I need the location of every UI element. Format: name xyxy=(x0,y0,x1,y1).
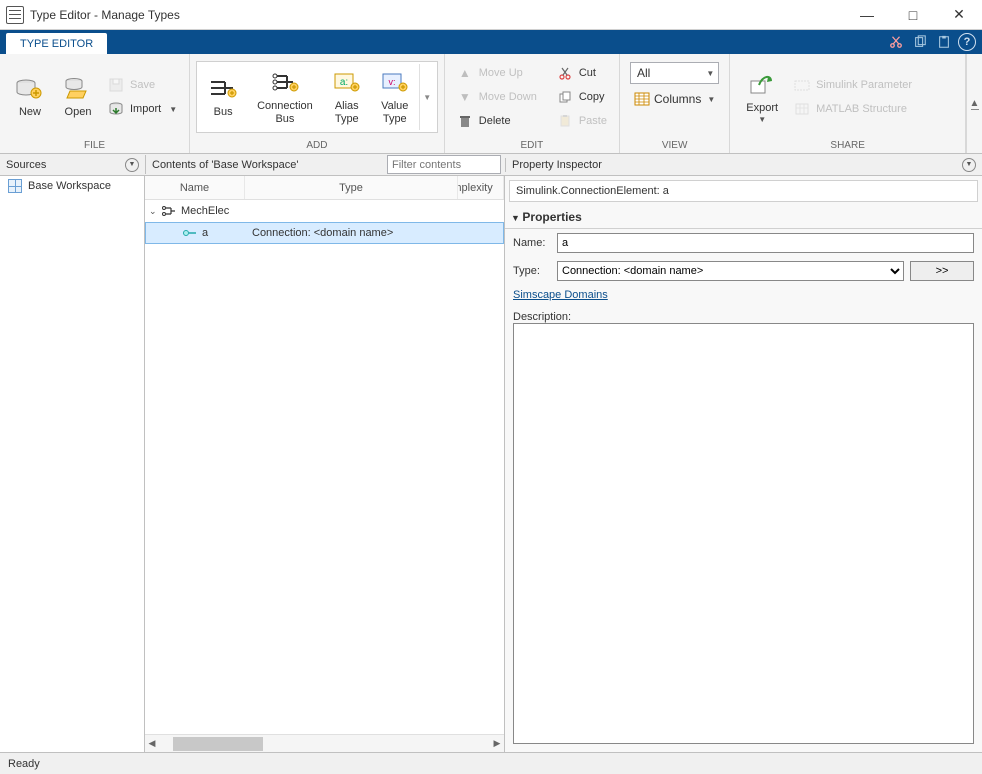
maximize-button[interactable]: □ xyxy=(890,0,936,30)
value-type-icon: v: xyxy=(381,68,409,96)
ribbon-group-share: Export ▼ Simulink Parameter MATLAB Struc… xyxy=(730,54,966,153)
properties-section-header[interactable]: Properties xyxy=(505,206,982,229)
delete-button[interactable]: Delete xyxy=(451,110,543,132)
contents-table-header: Name Type Complexity xyxy=(145,176,504,200)
chevron-down-icon: ▼ xyxy=(758,115,766,124)
columns-icon xyxy=(634,92,650,106)
delete-icon xyxy=(457,113,473,129)
ribbon-group-edit: ▲Move Up ▼Move Down Delete Cut Copy Past… xyxy=(445,54,620,153)
workspace-icon xyxy=(8,179,22,193)
col-complexity[interactable]: Complexity xyxy=(458,176,504,199)
inspector-panel: Simulink.ConnectionElement: a Properties… xyxy=(505,176,982,752)
inspector-title: Property Inspector xyxy=(506,159,608,171)
add-gallery-expand[interactable]: ▼ xyxy=(419,64,435,130)
move-down-button[interactable]: ▼Move Down xyxy=(451,86,543,108)
main-area: Base Workspace Name Type Complexity ⌄ Me… xyxy=(0,176,982,752)
inspector-object-label: Simulink.ConnectionElement: a xyxy=(509,180,978,202)
type-label: Type: xyxy=(513,265,551,277)
view-filter-dropdown[interactable]: All▼ xyxy=(630,62,719,84)
sources-item-base-workspace[interactable]: Base Workspace xyxy=(0,176,144,196)
move-down-icon: ▼ xyxy=(457,89,473,105)
new-button[interactable]: New xyxy=(6,61,54,133)
import-icon xyxy=(108,101,124,117)
status-bar: Ready xyxy=(0,752,982,774)
help-button[interactable]: ? xyxy=(958,33,976,51)
title-bar: Type Editor - Manage Types — □ ✕ xyxy=(0,0,982,30)
add-connection-bus-button[interactable]: Connection Bus xyxy=(247,61,323,133)
export-button[interactable]: Export ▼ xyxy=(736,61,788,133)
move-up-icon: ▲ xyxy=(457,65,473,81)
sources-collapse-button[interactable]: ▼ xyxy=(125,158,139,172)
save-button[interactable]: Save xyxy=(102,74,183,96)
panels-header: Sources ▼ Contents of 'Base Workspace' P… xyxy=(0,154,982,176)
filter-contents-input[interactable] xyxy=(387,155,501,174)
ribbon: New Open Save Import ▼ FILE xyxy=(0,54,982,154)
app-icon xyxy=(6,6,24,24)
open-icon xyxy=(64,74,92,102)
close-button[interactable]: ✕ xyxy=(936,0,982,30)
minimize-button[interactable]: — xyxy=(844,0,890,30)
copy-button[interactable]: Copy xyxy=(551,86,613,108)
description-textarea[interactable] xyxy=(513,323,974,744)
tab-type-editor[interactable]: TYPE EDITOR xyxy=(6,33,107,54)
matlab-structure-button[interactable]: MATLAB Structure xyxy=(788,98,918,120)
window-title: Type Editor - Manage Types xyxy=(30,8,844,22)
tree-row-a[interactable]: a Connection: <domain name> xyxy=(145,222,504,244)
inspector-collapse-button[interactable]: ▼ xyxy=(962,158,976,172)
sources-title: Sources xyxy=(0,159,52,171)
qa-paste-button[interactable] xyxy=(932,30,956,54)
connection-element-icon xyxy=(182,227,198,239)
connection-bus-icon xyxy=(271,68,299,96)
svg-text:a:: a: xyxy=(340,77,348,88)
tree-row-mechelec[interactable]: ⌄ MechElec xyxy=(145,200,504,222)
col-type[interactable]: Type xyxy=(245,176,458,199)
paste-icon xyxy=(557,113,573,129)
col-name[interactable]: Name xyxy=(145,176,245,199)
description-label: Description: xyxy=(513,311,571,323)
chevron-down-icon: ▼ xyxy=(707,95,715,104)
export-icon xyxy=(748,70,776,98)
status-text: Ready xyxy=(8,758,40,770)
paste-button[interactable]: Paste xyxy=(551,110,613,132)
type-dropdown[interactable]: Connection: <domain name> xyxy=(557,261,904,281)
alias-type-icon: a: xyxy=(333,68,361,96)
simulink-parameter-icon xyxy=(794,77,810,93)
cut-icon xyxy=(557,65,573,81)
contents-panel: Name Type Complexity ⌄ MechElec a Connec… xyxy=(145,176,505,752)
name-field[interactable] xyxy=(557,233,974,253)
sources-panel: Base Workspace xyxy=(0,176,145,752)
new-icon xyxy=(16,74,44,102)
ribbon-group-add: Bus Connection Bus a: Alias Type v: Valu… xyxy=(190,54,445,153)
copy-icon xyxy=(557,89,573,105)
ribbon-group-file: New Open Save Import ▼ FILE xyxy=(0,54,190,153)
chevron-down-icon: ▼ xyxy=(706,69,714,78)
bus-icon xyxy=(209,74,237,102)
add-alias-type-button[interactable]: a: Alias Type xyxy=(323,61,371,133)
add-value-type-button[interactable]: v: Value Type xyxy=(371,61,419,133)
caret-expanded-icon[interactable]: ⌄ xyxy=(149,206,161,217)
add-bus-button[interactable]: Bus xyxy=(199,61,247,133)
chevron-down-icon: ▼ xyxy=(169,105,177,114)
simscape-domains-link[interactable]: Simscape Domains xyxy=(513,289,608,301)
qa-copy-button[interactable] xyxy=(908,30,932,54)
matlab-structure-icon xyxy=(794,101,810,117)
simulink-parameter-button[interactable]: Simulink Parameter xyxy=(788,74,918,96)
ribbon-collapse-button[interactable]: ▲ xyxy=(966,54,982,153)
save-icon xyxy=(108,77,124,93)
contents-title: Contents of 'Base Workspace' xyxy=(146,159,304,171)
type-go-button[interactable]: >> xyxy=(910,261,974,281)
ribbon-group-view: All▼ Columns ▼ VIEW xyxy=(620,54,730,153)
cut-button[interactable]: Cut xyxy=(551,62,613,84)
columns-button[interactable]: Columns ▼ xyxy=(630,88,719,110)
open-button[interactable]: Open xyxy=(54,61,102,133)
connection-bus-node-icon xyxy=(161,205,177,217)
tab-strip: TYPE EDITOR ? xyxy=(0,30,982,54)
move-up-button[interactable]: ▲Move Up xyxy=(451,62,543,84)
qa-cut-button[interactable] xyxy=(884,30,908,54)
contents-h-scrollbar[interactable]: ◀▶ xyxy=(145,734,504,752)
svg-text:v:: v: xyxy=(388,77,395,87)
name-label: Name: xyxy=(513,237,551,249)
import-button[interactable]: Import ▼ xyxy=(102,98,183,120)
